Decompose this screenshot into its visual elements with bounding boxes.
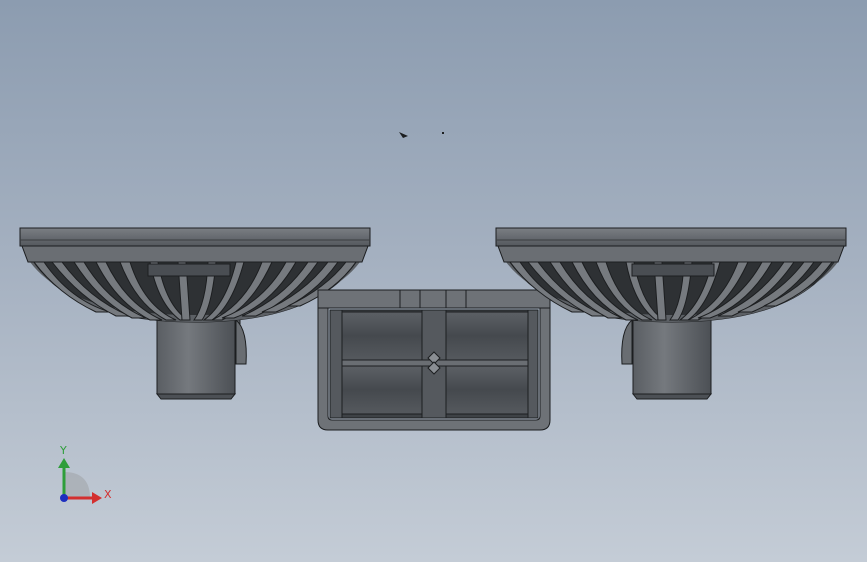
- triad-y-arrow-icon: [58, 458, 70, 468]
- triad-x-label: X: [104, 488, 112, 501]
- triad-x-arrow-icon: [92, 492, 102, 504]
- right-basket-inner-ring: [631, 263, 715, 277]
- center-holder[interactable]: [317, 289, 551, 431]
- left-basket-inner-ring: [147, 263, 231, 277]
- stray-marker: [399, 132, 444, 138]
- model-scene[interactable]: Y X: [0, 0, 867, 562]
- left-basket-stem: [155, 317, 247, 400]
- right-basket-rim: [495, 227, 847, 263]
- triad-z-origin: [60, 494, 68, 502]
- coordinate-triad[interactable]: Y X: [58, 444, 112, 504]
- triad-plane-indicator: [64, 472, 90, 498]
- left-basket-rim: [19, 227, 371, 263]
- right-basket-stem: [621, 317, 713, 400]
- center-holder-top-bar: [317, 289, 551, 309]
- graphics-viewport[interactable]: Y X: [0, 0, 867, 562]
- center-holder-grid: [329, 309, 539, 419]
- triad-y-label: Y: [59, 444, 67, 457]
